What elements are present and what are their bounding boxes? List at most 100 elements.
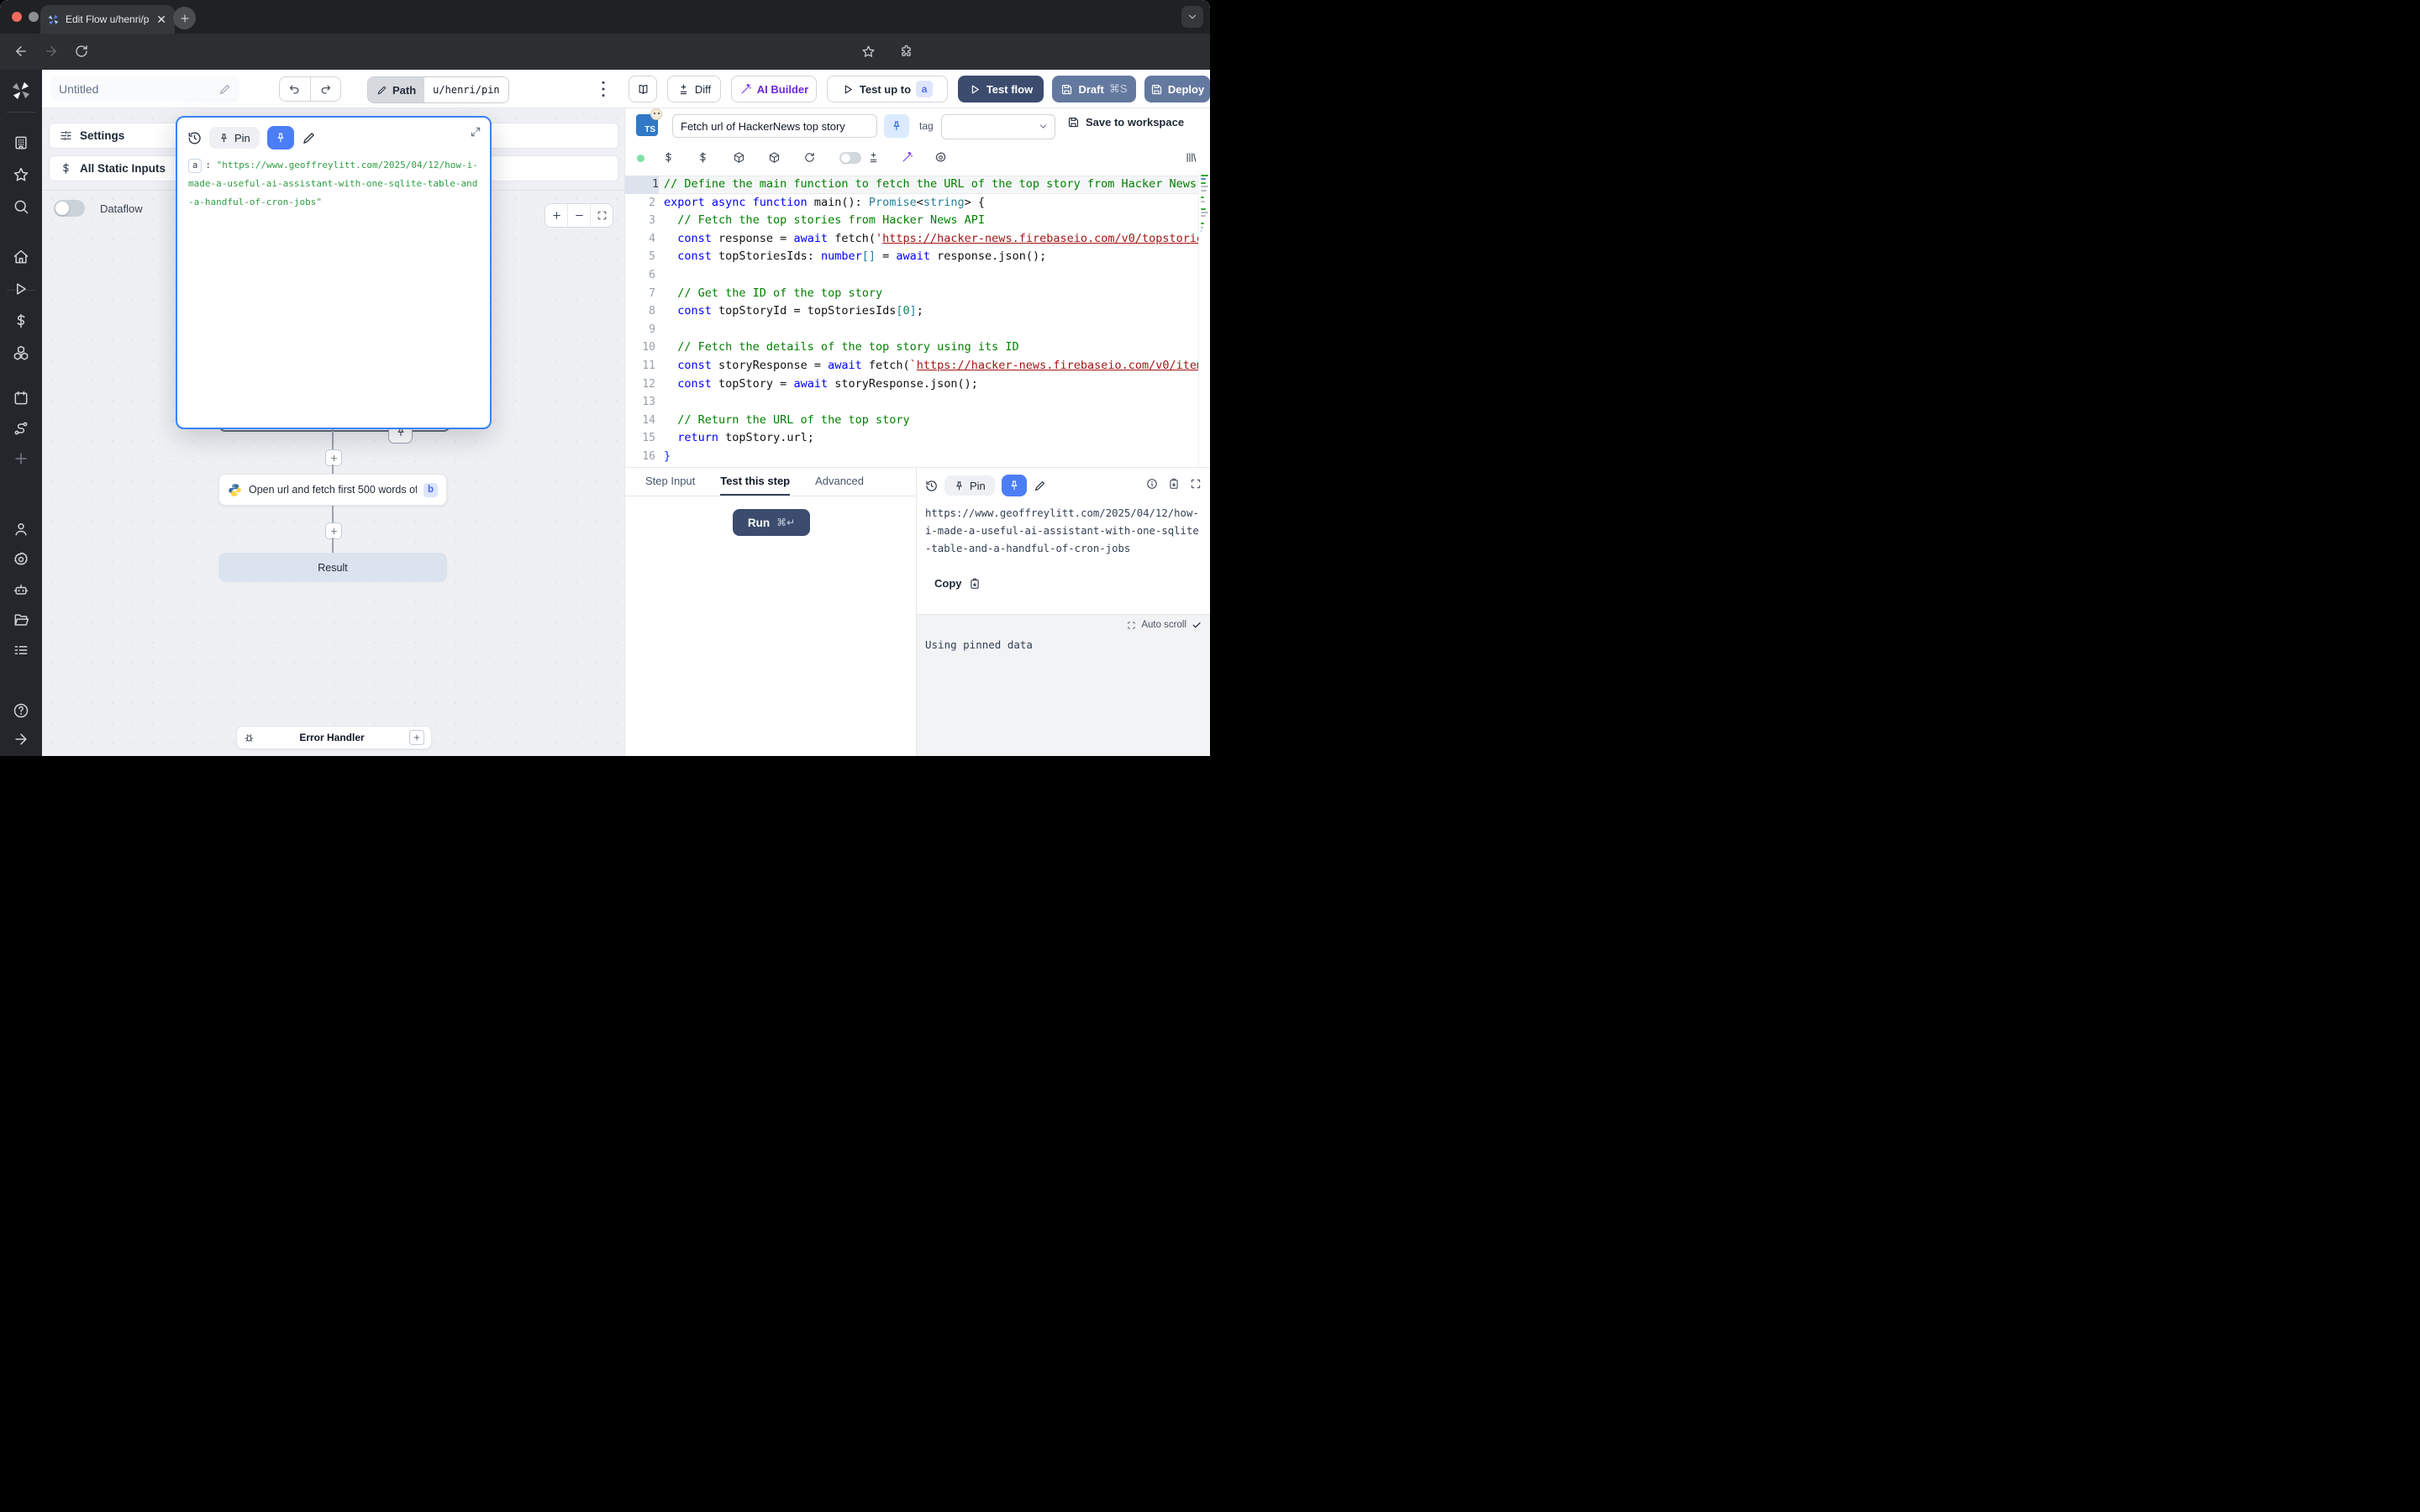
fit-view-button[interactable]: [590, 204, 613, 227]
history-icon[interactable]: [187, 131, 202, 145]
undo-button[interactable]: [279, 76, 310, 102]
pin-active-button[interactable]: [267, 126, 294, 150]
error-handler-node[interactable]: Error Handler: [236, 726, 432, 749]
tab-step-input[interactable]: Step Input: [645, 468, 695, 496]
sidebar-item-arrow-right-icon[interactable]: [13, 731, 29, 748]
sidebar-item-folder-icon[interactable]: [13, 612, 29, 628]
tag-select[interactable]: [941, 114, 1055, 139]
sidebar-item-person-icon[interactable]: [13, 521, 29, 538]
code-line-12[interactable]: 12 const topStory = await storyResponse.…: [625, 375, 1210, 394]
code-line-1[interactable]: 1// Define the main function to fetch th…: [625, 176, 1210, 194]
expand-icon[interactable]: [470, 126, 481, 138]
edit-pencil-icon[interactable]: [302, 131, 316, 145]
deploy-button[interactable]: Deploy: [1144, 76, 1210, 102]
variable-picker-icon[interactable]: [662, 151, 675, 164]
more-options-button[interactable]: [592, 78, 614, 100]
sidebar-item-list-icon[interactable]: [13, 642, 29, 659]
code-line-13[interactable]: 13: [625, 393, 1210, 412]
code-line-14[interactable]: 14 // Return the URL of the top story: [625, 412, 1210, 430]
flow-summary-field[interactable]: Untitled: [50, 76, 239, 102]
sidebar-item-help-icon[interactable]: [13, 702, 29, 719]
resource-picker-icon[interactable]: [697, 151, 709, 164]
pin-active-button[interactable]: [1002, 475, 1027, 496]
code-line-15[interactable]: 15 return topStory.url;: [625, 429, 1210, 448]
reload-icon[interactable]: [74, 44, 89, 59]
package-icon[interactable]: [733, 151, 745, 164]
insert-step-button[interactable]: [325, 449, 342, 466]
code-line-3[interactable]: 3 // Fetch the top stories from Hacker N…: [625, 212, 1210, 230]
windmill-logo[interactable]: [10, 80, 32, 102]
code-line-8[interactable]: 8 const topStoryId = topStoriesIds[0];: [625, 302, 1210, 321]
bookmark-star-icon[interactable]: [861, 45, 876, 59]
draft-button[interactable]: Draft⌘S: [1052, 76, 1136, 102]
pin-toggle-button[interactable]: [884, 114, 909, 138]
code-line-16[interactable]: 16}: [625, 448, 1210, 466]
auto-scroll-control[interactable]: Auto scroll: [1127, 620, 1202, 630]
zoom-in-button[interactable]: [545, 204, 567, 227]
redo-button[interactable]: [310, 76, 342, 102]
step-name-input[interactable]: [672, 114, 877, 138]
code-line-6[interactable]: 6: [625, 266, 1210, 285]
docs-button[interactable]: [629, 76, 657, 102]
fullscreen-icon[interactable]: [1190, 478, 1202, 490]
zoom-out-button[interactable]: [567, 204, 590, 227]
reset-icon[interactable]: [803, 151, 816, 164]
sidebar-item-grid-icon[interactable]: [13, 134, 29, 151]
tab-advanced[interactable]: Advanced: [815, 468, 864, 496]
test-up-to-button[interactable]: Test up to a: [827, 76, 948, 102]
add-error-handler-button[interactable]: [409, 730, 424, 745]
back-icon[interactable]: [13, 44, 29, 59]
library-icon[interactable]: [1185, 151, 1197, 164]
code-editor[interactable]: 1// Define the main function to fetch th…: [625, 171, 1210, 467]
diff-icon[interactable]: [867, 151, 880, 164]
info-icon[interactable]: [1146, 478, 1158, 490]
insert-step-button[interactable]: [325, 522, 342, 539]
tab-close-icon[interactable]: ✕: [155, 13, 168, 25]
clipboard-icon[interactable]: [1168, 478, 1180, 490]
sidebar-item-plus-icon[interactable]: [13, 450, 29, 467]
sidebar-item-cubes-icon[interactable]: [13, 344, 29, 361]
code-line-5[interactable]: 5 const topStoriesIds: number[] = await …: [625, 248, 1210, 266]
forward-icon[interactable]: [44, 44, 59, 59]
sidebar-item-dollar-icon[interactable]: [13, 312, 29, 329]
edit-pencil-icon[interactable]: [1034, 480, 1046, 492]
code-line-10[interactable]: 10 // Fetch the details of the top story…: [625, 339, 1210, 357]
tab-test-this-step[interactable]: Test this step: [720, 468, 790, 496]
sidebar-item-star-icon[interactable]: [13, 166, 29, 183]
test-flow-button[interactable]: Test flow: [958, 76, 1044, 102]
code-line-4[interactable]: 4 const response = await fetch('https://…: [625, 230, 1210, 249]
copy-button[interactable]: Copy: [934, 577, 981, 590]
new-tab-button[interactable]: [173, 7, 196, 29]
extensions-icon[interactable]: [899, 45, 913, 59]
code-line-11[interactable]: 11 const storyResponse = await fetch(`ht…: [625, 357, 1210, 375]
sidebar-item-search-icon[interactable]: [13, 198, 29, 215]
tab-search-chevron[interactable]: [1181, 6, 1203, 28]
code-line-2[interactable]: 2export async function main(): Promise<s…: [625, 194, 1210, 213]
editor-toggle[interactable]: [839, 152, 861, 164]
dataflow-toggle[interactable]: [54, 200, 85, 217]
sidebar-item-gear-icon[interactable]: [13, 551, 29, 568]
pin-button[interactable]: Pin: [209, 127, 260, 149]
sidebar-item-robot-icon[interactable]: [13, 581, 29, 598]
result-node[interactable]: Result: [218, 553, 447, 582]
step-node-b[interactable]: Open url and fetch first 500 words of ..…: [218, 474, 447, 506]
editor-settings-gear-icon[interactable]: [934, 151, 947, 164]
sidebar-item-home-icon[interactable]: [13, 249, 29, 265]
editor-minimap[interactable]: [1198, 171, 1210, 467]
ai-builder-button[interactable]: AI Builder: [731, 76, 817, 102]
flow-path-button[interactable]: Path u/henri/pin: [367, 76, 509, 103]
save-to-workspace-button[interactable]: Save to workspace: [1067, 116, 1184, 129]
pin-button[interactable]: Pin: [944, 475, 995, 496]
browser-tab[interactable]: Edit Flow u/henri/pin_results ✕: [40, 5, 175, 34]
sidebar-item-calendar-icon[interactable]: [13, 390, 29, 407]
traffic-light-close[interactable]: [12, 12, 22, 22]
sidebar-item-route-icon[interactable]: [13, 420, 29, 437]
code-line-9[interactable]: 9: [625, 321, 1210, 339]
traffic-light-minimize[interactable]: [29, 12, 39, 22]
history-icon[interactable]: [925, 480, 938, 492]
run-button[interactable]: Run ⌘↵: [733, 509, 810, 536]
sidebar-item-play-icon[interactable]: [13, 281, 29, 297]
diff-button[interactable]: Diff: [667, 76, 721, 102]
ai-assist-wand-icon[interactable]: [901, 151, 913, 164]
code-line-7[interactable]: 7 // Get the ID of the top story: [625, 285, 1210, 303]
